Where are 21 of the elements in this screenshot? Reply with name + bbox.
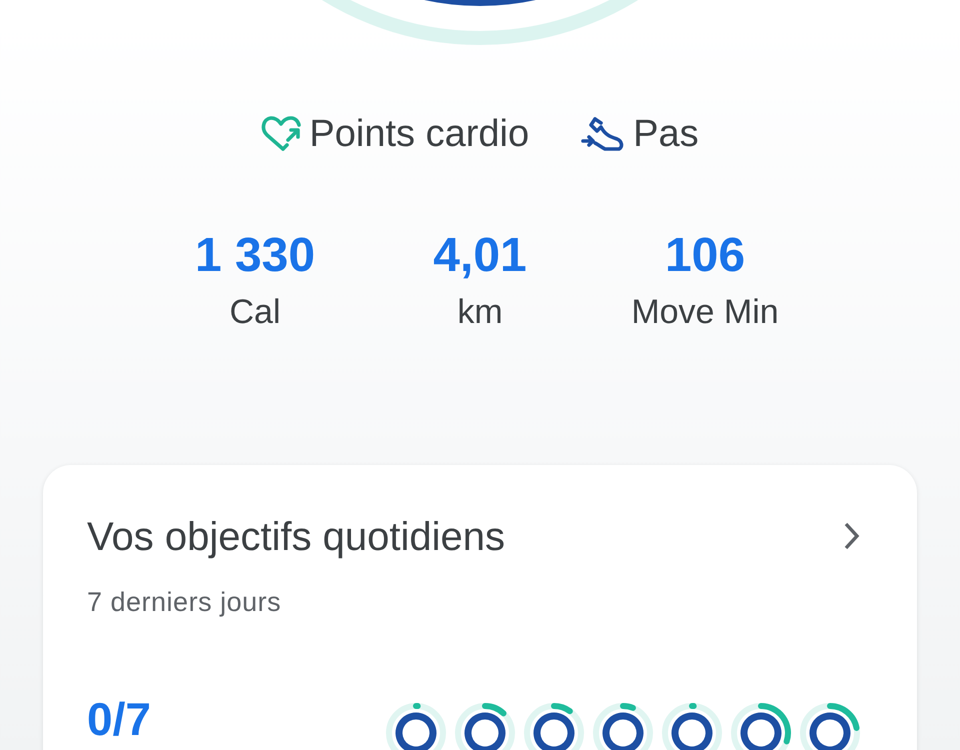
stat-label: km [457, 292, 503, 333]
stat-label: Move Min [631, 292, 779, 333]
legend-label: Points cardio [309, 112, 530, 156]
goals-met-count: 0/7 [87, 692, 151, 746]
day-goal-ring [799, 702, 861, 750]
stat-value: 106 [664, 228, 746, 284]
card-title: Vos objectifs quotidiens [87, 514, 506, 561]
card-subtitle: 7 derniers jours [87, 587, 282, 618]
goals-card[interactable]: Vos objectifs quotidiens 7 derniers jours 0/7 [43, 465, 917, 750]
day-goal-ring [454, 702, 516, 750]
stat-label: Cal [229, 292, 281, 333]
heart-arrow-icon [261, 115, 302, 153]
legend-label: Pas [633, 112, 699, 156]
day-goal-ring [661, 702, 723, 750]
day-goal-ring [730, 702, 792, 750]
shoe-icon [581, 115, 626, 153]
day-goal-ring [385, 702, 447, 750]
stat-value: 1 330 [194, 228, 316, 284]
stat-value: 4,01 [433, 228, 527, 284]
day-goal-ring [592, 702, 654, 750]
day-goal-ring [523, 702, 585, 750]
